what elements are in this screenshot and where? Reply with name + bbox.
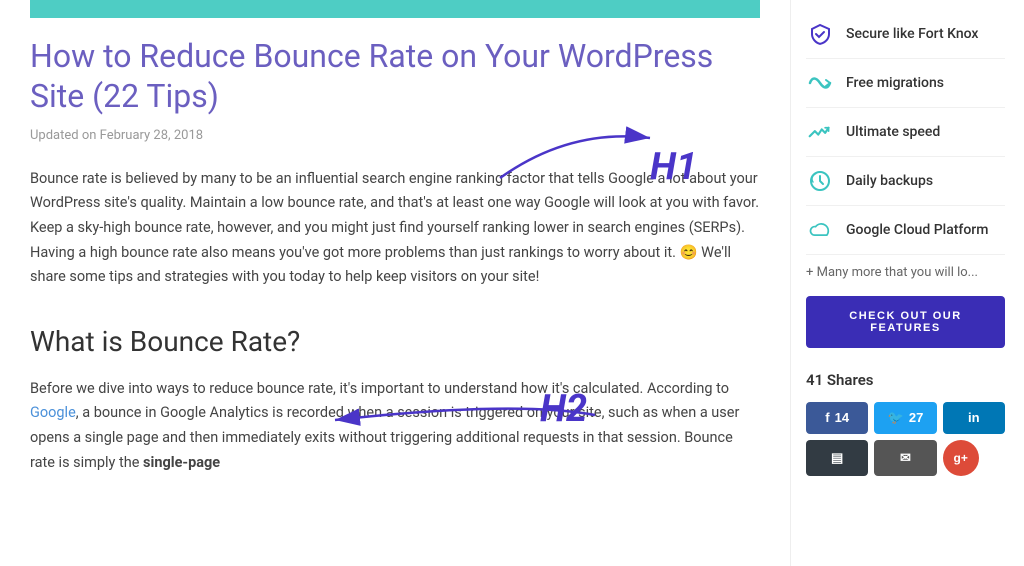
feature-item-backups: Daily backups — [806, 157, 1005, 206]
main-content: How to Reduce Bounce Rate on Your WordPr… — [0, 0, 790, 566]
feature-label-migrations: Free migrations — [846, 72, 944, 94]
feature-item-cloud: Google Cloud Platform — [806, 206, 1005, 255]
shares-title: 41 Shares — [806, 368, 1005, 392]
feature-label-cloud: Google Cloud Platform — [846, 219, 988, 241]
linkedin-icon: in — [968, 410, 980, 425]
gplus-icon: g+ — [953, 451, 967, 465]
feature-item-speed: Ultimate speed — [806, 108, 1005, 157]
twitter-count: 27 — [909, 410, 923, 425]
top-bar — [30, 0, 760, 18]
article-intro: Bounce rate is believed by many to be an… — [30, 167, 760, 290]
facebook-icon: f — [825, 410, 829, 425]
feature-item-secure: Secure like Fort Knox — [806, 10, 1005, 59]
cloud-icon — [806, 216, 834, 244]
buffer-share-button[interactable]: ▤ — [806, 440, 868, 476]
shares-section: 41 Shares f 14 🐦 27 in ▤ ✉ — [806, 368, 1005, 476]
google-link[interactable]: Google — [30, 404, 76, 421]
feature-label-speed: Ultimate speed — [846, 121, 940, 143]
feature-label-backups: Daily backups — [846, 170, 933, 192]
speed-icon — [806, 118, 834, 146]
cta-button[interactable]: CHECK OUT OUR FEATURES — [806, 296, 1005, 348]
shield-icon — [806, 20, 834, 48]
h2-section-title: What is Bounce Rate? — [30, 320, 760, 365]
buffer-icon: ▤ — [831, 450, 843, 466]
gplus-share-button[interactable]: g+ — [943, 440, 979, 476]
feature-label-secure: Secure like Fort Knox — [846, 23, 978, 45]
updated-date: Updated on February 28, 2018 — [30, 126, 760, 147]
facebook-share-button[interactable]: f 14 — [806, 402, 868, 434]
feature-item-migrations: Free migrations — [806, 59, 1005, 108]
twitter-icon: 🐦 — [888, 410, 904, 426]
email-share-button[interactable]: ✉ — [874, 440, 936, 476]
sidebar: Secure like Fort Knox Free migrations Ul… — [790, 0, 1020, 566]
h2-body: Before we dive into ways to reduce bounc… — [30, 377, 760, 476]
shares-grid: f 14 🐦 27 in ▤ ✉ g+ — [806, 402, 1005, 476]
facebook-count: 14 — [835, 410, 849, 425]
backup-icon — [806, 167, 834, 195]
sidebar-more-text: + Many more that you will lo... — [806, 255, 1005, 296]
article-title: How to Reduce Bounce Rate on Your WordPr… — [30, 36, 760, 116]
linkedin-share-button[interactable]: in — [943, 402, 1005, 434]
email-icon: ✉ — [900, 450, 911, 466]
twitter-share-button[interactable]: 🐦 27 — [874, 402, 936, 434]
migrations-icon — [806, 69, 834, 97]
